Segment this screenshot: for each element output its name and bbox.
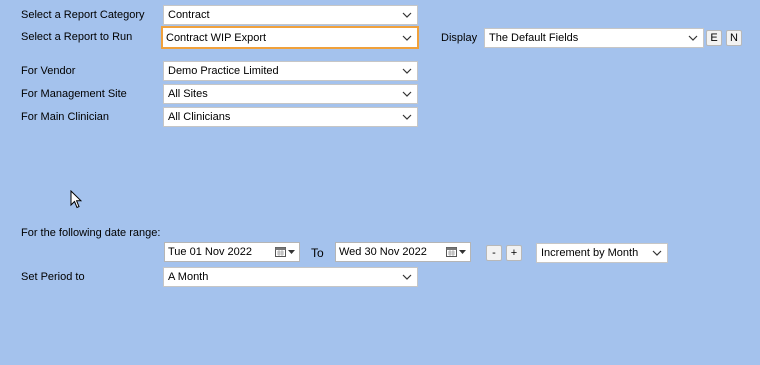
increment-value: Increment by Month — [541, 247, 639, 259]
chevron-down-icon[interactable] — [458, 247, 467, 256]
report-category-label: Select a Report Category — [21, 9, 145, 21]
main-clinician-label: For Main Clinician — [21, 111, 110, 123]
chevron-down-icon — [402, 114, 412, 120]
chevron-down-icon — [402, 35, 412, 41]
management-site-value: All Sites — [168, 88, 208, 100]
calendar-icon[interactable] — [446, 246, 457, 257]
report-category-value: Contract — [168, 9, 210, 21]
chevron-down-icon — [688, 35, 698, 41]
report-to-run-select[interactable]: Contract WIP Export — [161, 26, 419, 49]
display-label: Display — [441, 32, 478, 44]
main-clinician-value: All Clinicians — [168, 111, 231, 123]
report-category-select[interactable]: Contract — [163, 5, 418, 25]
chevron-down-icon — [402, 91, 412, 97]
date-to-picker[interactable]: Wed 30 Nov 2022 — [335, 242, 471, 262]
increment-period-button[interactable]: + — [506, 245, 522, 261]
chevron-down-icon — [652, 250, 662, 256]
chevron-down-icon — [402, 12, 412, 18]
management-site-label: For Management Site — [21, 88, 127, 100]
main-clinician-select[interactable]: All Clinicians — [163, 107, 418, 127]
increment-select[interactable]: Increment by Month — [536, 243, 668, 263]
management-site-select[interactable]: All Sites — [163, 84, 418, 104]
calendar-icon[interactable] — [275, 246, 286, 257]
period-label: Set Period to — [21, 271, 85, 283]
period-value: A Month — [168, 271, 209, 283]
edit-fields-button[interactable]: E — [706, 30, 722, 46]
mouse-pointer-icon — [70, 190, 82, 209]
vendor-label: For Vendor — [21, 65, 76, 77]
chevron-down-icon — [402, 274, 412, 280]
vendor-select[interactable]: Demo Practice Limited — [163, 61, 418, 81]
report-to-run-label: Select a Report to Run — [21, 31, 133, 43]
vendor-value: Demo Practice Limited — [168, 65, 279, 77]
display-value: The Default Fields — [489, 32, 579, 44]
date-from-value: Tue 01 Nov 2022 — [168, 246, 252, 258]
display-select[interactable]: The Default Fields — [484, 28, 704, 48]
period-select[interactable]: A Month — [163, 267, 418, 287]
chevron-down-icon — [402, 68, 412, 74]
date-from-picker[interactable]: Tue 01 Nov 2022 — [164, 242, 300, 262]
date-to-value: Wed 30 Nov 2022 — [339, 246, 427, 258]
report-to-run-value: Contract WIP Export — [166, 31, 267, 44]
chevron-down-icon[interactable] — [287, 247, 296, 256]
date-to-label: To — [311, 246, 324, 260]
date-range-label: For the following date range: — [21, 227, 161, 239]
new-fields-button[interactable]: N — [726, 30, 742, 46]
decrement-period-button[interactable]: - — [486, 245, 502, 261]
